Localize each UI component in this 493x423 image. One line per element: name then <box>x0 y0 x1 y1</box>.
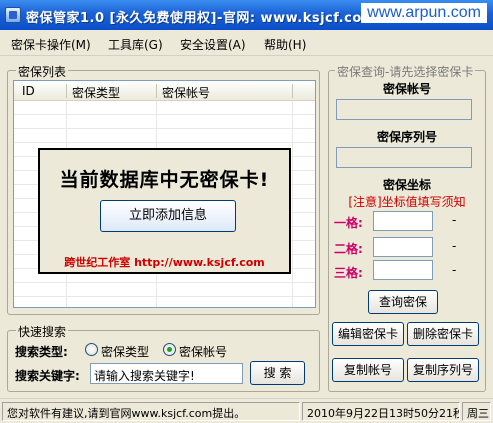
coord-1-input[interactable] <box>373 211 433 231</box>
coord-3-input[interactable] <box>373 260 433 280</box>
coord-notice-link[interactable]: [注意]坐标值填写须知 <box>332 193 482 210</box>
empty-db-text: 当前数据库中无密保卡! <box>59 169 270 191</box>
column-separator <box>66 84 67 98</box>
main-window: 密保管家1.0 [永久免费使用权]-官网: www.ksjcf.com www.… <box>0 0 493 423</box>
card-list-header: ID 密保类型 密保帐号 <box>14 81 315 101</box>
menu-help[interactable]: 帮助(H) <box>264 36 306 53</box>
app-icon <box>5 7 21 23</box>
status-weekday: 周三 <box>462 402 491 421</box>
copy-serial-button[interactable]: 复制序列号 <box>407 358 479 382</box>
grid-line <box>292 101 293 307</box>
coord-2-label: 二格: <box>334 242 363 256</box>
column-type[interactable]: 密保类型 <box>72 84 120 101</box>
status-datetime: 2010年9月22日13时50分21秒 <box>302 402 460 421</box>
status-message: 您对软件有建议,请到官网www.ksjcf.com提出。 <box>2 402 300 421</box>
menu-tools[interactable]: 工具库(G) <box>108 36 163 53</box>
copy-account-button[interactable]: 复制帐号 <box>332 358 404 382</box>
watermark: www.arpun.com <box>361 3 487 23</box>
column-separator <box>292 84 293 98</box>
empty-db-message: 当前数据库中无密保卡! 立即添加信息 跨世纪工作室 http://www.ksj… <box>38 148 291 274</box>
search-keyword-label: 搜索关键字: <box>15 369 80 383</box>
radio-card-type[interactable] <box>85 343 98 356</box>
query-button[interactable]: 查询密保 <box>368 290 438 314</box>
edit-card-button[interactable]: 编辑密保卡 <box>332 322 404 346</box>
serial-label: 密保序列号 <box>376 130 437 144</box>
radio-card-account[interactable] <box>163 343 176 356</box>
studio-credit[interactable]: 跨世纪工作室 http://www.ksjcf.com <box>40 254 289 270</box>
radio-card-account-label[interactable]: 密保帐号 <box>179 343 227 360</box>
column-account[interactable]: 密保帐号 <box>162 84 210 101</box>
add-info-button[interactable]: 立即添加信息 <box>100 200 236 232</box>
radio-card-type-label[interactable]: 密保类型 <box>101 343 149 360</box>
serial-field[interactable] <box>336 147 472 168</box>
menu-bar: 密保卡操作(M) 工具库(G) 安全设置(A) 帮助(H) <box>0 30 493 56</box>
coord-3-label: 三格: <box>334 266 363 280</box>
menu-card-ops[interactable]: 密保卡操作(M) <box>11 36 91 53</box>
status-bar: 您对软件有建议,请到官网www.ksjcf.com提出。 2010年9月22日1… <box>0 398 493 423</box>
menu-security[interactable]: 安全设置(A) <box>180 36 246 53</box>
coord-2-input[interactable] <box>373 237 433 257</box>
coord-2-dash: - <box>452 239 457 253</box>
window-title: 密保管家1.0 [永久免费使用权]-官网: www.ksjcf.com <box>26 11 376 26</box>
search-type-label: 搜索类型: <box>15 345 68 359</box>
column-id[interactable]: ID <box>22 84 35 98</box>
query-group-title: 密保查询-请先选择密保卡 <box>335 63 476 80</box>
delete-card-button[interactable]: 删除密保卡 <box>407 322 479 346</box>
column-separator <box>156 84 157 98</box>
account-field[interactable] <box>336 99 472 120</box>
coord-3-dash: - <box>452 263 457 277</box>
quick-search-group-title: 快速搜索 <box>16 323 69 340</box>
card-list-group-title: 密保列表 <box>16 63 69 80</box>
search-button[interactable]: 搜 索 <box>250 361 305 385</box>
search-keyword-input[interactable]: 请输入搜索关键字! <box>90 363 243 384</box>
coord-label: 密保坐标 <box>382 178 431 192</box>
account-label: 密保帐号 <box>382 82 431 96</box>
coord-1-dash: - <box>452 213 457 227</box>
title-bar: 密保管家1.0 [永久免费使用权]-官网: www.ksjcf.com www.… <box>0 0 493 30</box>
coord-1-label: 一格: <box>334 216 363 230</box>
